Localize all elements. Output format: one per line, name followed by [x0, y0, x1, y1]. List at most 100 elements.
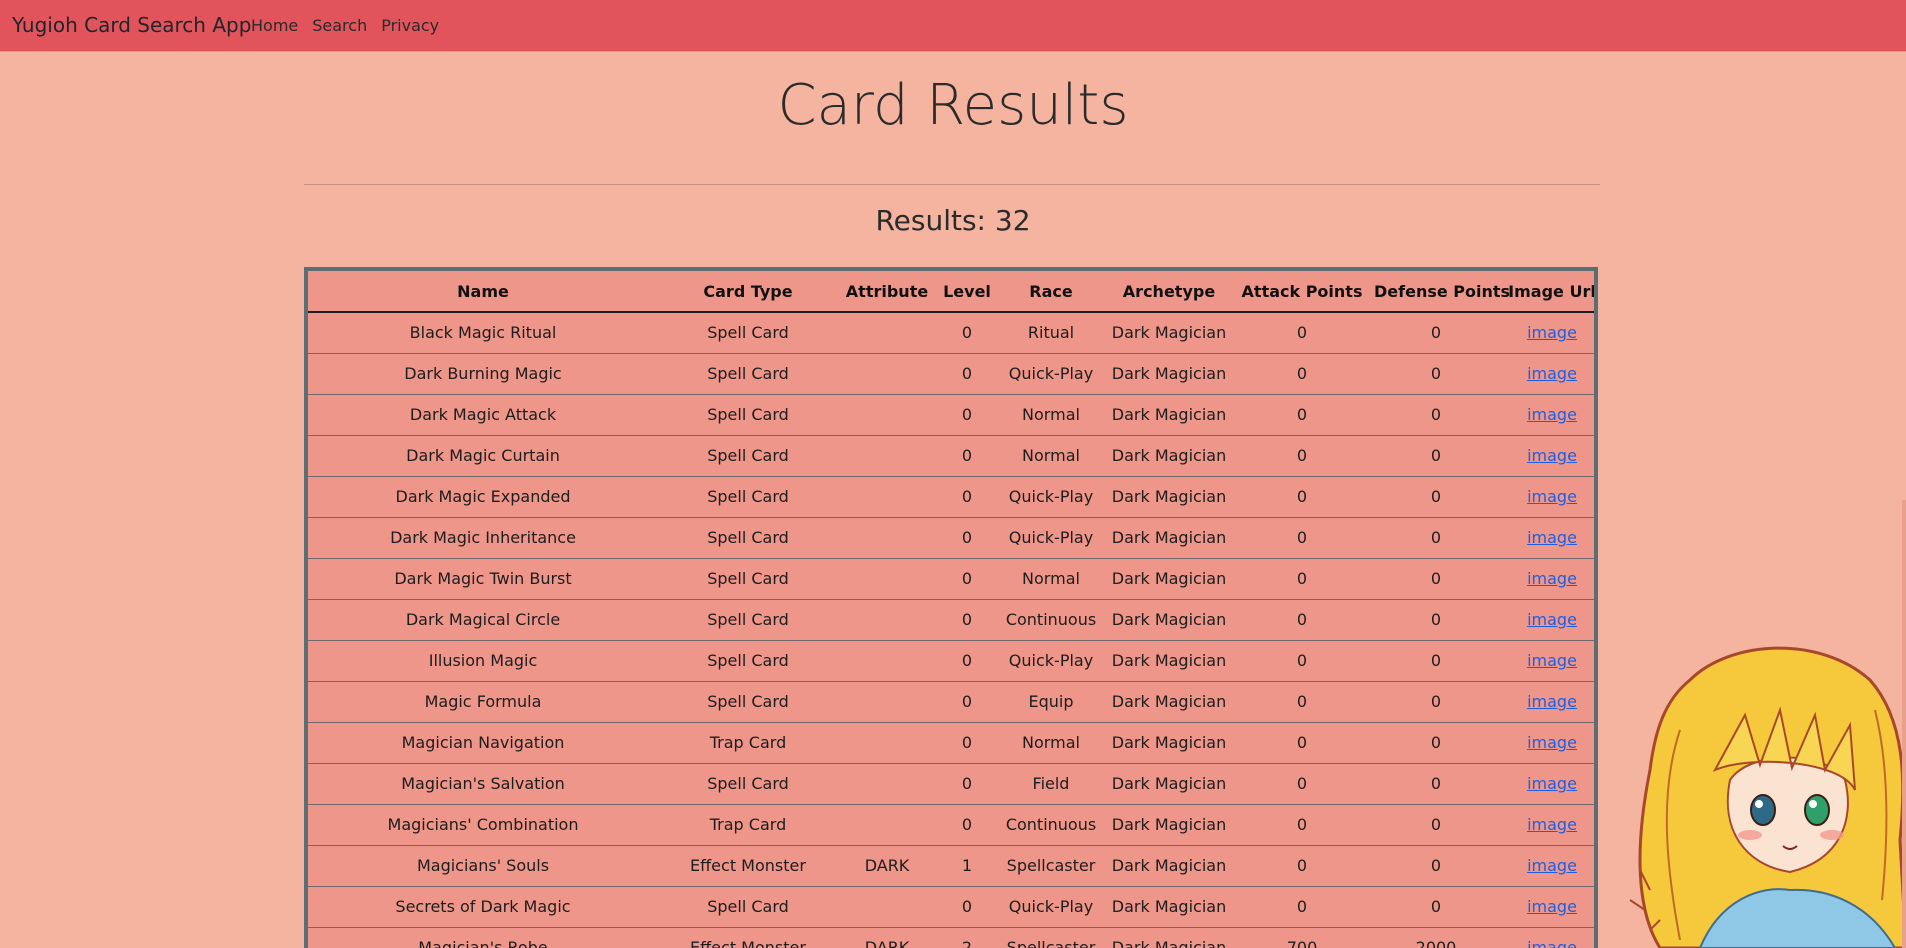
cell-level: 0: [936, 681, 998, 723]
header-name: Name: [308, 271, 658, 313]
cell-attack-points: 0: [1234, 722, 1370, 764]
results-count: Results: 32: [875, 204, 1031, 237]
table-header-row: Name Card Type Attribute Level Race Archetype…: [308, 271, 1594, 313]
image-link[interactable]: image: [1527, 610, 1577, 629]
image-link[interactable]: image: [1527, 897, 1577, 916]
header-archetype: Archetype: [1104, 271, 1234, 313]
table-row: Magician Navigation Trap Card 0 Normal Dark …: [308, 722, 1594, 764]
cell-level: 0: [936, 599, 998, 641]
cell-defense-points: 0: [1370, 353, 1502, 395]
cell-race: Spellcaster: [998, 845, 1104, 887]
cell-image-url: image: [1502, 640, 1594, 682]
cell-image-url: image: [1502, 927, 1594, 948]
cell-card-type: Spell Card: [658, 886, 838, 928]
cell-image-url: image: [1502, 517, 1594, 559]
cell-name: Illusion Magic: [308, 640, 658, 682]
image-link[interactable]: image: [1527, 774, 1577, 793]
cell-attribute: [838, 763, 936, 805]
cell-attribute: [838, 640, 936, 682]
cell-archetype: Dark Magician: [1104, 599, 1234, 641]
image-link[interactable]: image: [1527, 364, 1577, 383]
image-link[interactable]: image: [1527, 405, 1577, 424]
cell-archetype: Dark Magician: [1104, 681, 1234, 723]
cell-defense-points: 0: [1370, 394, 1502, 436]
image-link[interactable]: image: [1527, 733, 1577, 752]
image-link[interactable]: image: [1527, 651, 1577, 670]
cell-card-type: Spell Card: [658, 558, 838, 600]
cell-image-url: image: [1502, 558, 1594, 600]
cell-attribute: [838, 312, 936, 354]
image-link[interactable]: image: [1527, 856, 1577, 875]
table-row: Secrets of Dark Magic Spell Card 0 Quick-Pl…: [308, 886, 1594, 928]
header-defense-points: Defense Points: [1370, 271, 1510, 313]
image-link[interactable]: image: [1527, 938, 1577, 948]
cell-race: Equip: [998, 681, 1104, 723]
cell-attribute: [838, 886, 936, 928]
cell-name: Magician Navigation: [308, 722, 658, 764]
cell-card-type: Spell Card: [658, 476, 838, 518]
cell-race: Normal: [998, 394, 1104, 436]
nav-link-privacy[interactable]: Privacy: [381, 16, 439, 35]
cell-level: 0: [936, 435, 998, 477]
image-link[interactable]: image: [1527, 323, 1577, 342]
cell-level: 0: [936, 517, 998, 559]
nav-link-home[interactable]: Home: [251, 16, 298, 35]
brand-link[interactable]: Yugioh Card Search App: [12, 13, 251, 37]
image-link[interactable]: image: [1527, 569, 1577, 588]
cell-image-url: image: [1502, 353, 1594, 395]
table-row: Dark Magic Expanded Spell Card 0 Quick-Play…: [308, 476, 1594, 518]
image-link[interactable]: image: [1527, 446, 1577, 465]
cell-name: Secrets of Dark Magic: [308, 886, 658, 928]
cell-attribute: [838, 353, 936, 395]
anime-mascot-image: [1629, 646, 1906, 948]
cell-race: Quick-Play: [998, 640, 1104, 682]
cell-defense-points: 0: [1370, 886, 1502, 928]
table-row: Magicians' Souls Effect Monster DARK 1 Spell…: [308, 845, 1594, 887]
cell-image-url: image: [1502, 763, 1594, 805]
cell-archetype: Dark Magician: [1104, 312, 1234, 354]
cell-image-url: image: [1502, 476, 1594, 518]
results-table: Name Card Type Attribute Level Race Archetype…: [308, 271, 1594, 948]
cell-archetype: Dark Magician: [1104, 353, 1234, 395]
table-row: Dark Magic Inheritance Spell Card 0 Quick-P…: [308, 517, 1594, 559]
cell-level: 0: [936, 312, 998, 354]
cell-name: Magician's Robe: [308, 927, 658, 948]
cell-attack-points: 0: [1234, 476, 1370, 518]
cell-level: 0: [936, 886, 998, 928]
cell-defense-points: 0: [1370, 845, 1502, 887]
cell-card-type: Effect Monster: [658, 927, 838, 948]
image-link[interactable]: image: [1527, 692, 1577, 711]
cell-attribute: [838, 558, 936, 600]
results-table-container[interactable]: Name Card Type Attribute Level Race Archetype…: [304, 267, 1598, 948]
cell-name: Dark Magic Attack: [308, 394, 658, 436]
cell-image-url: image: [1502, 804, 1594, 846]
cell-attack-points: 0: [1234, 640, 1370, 682]
cell-card-type: Spell Card: [658, 312, 838, 354]
cell-archetype: Dark Magician: [1104, 558, 1234, 600]
cell-archetype: Dark Magician: [1104, 394, 1234, 436]
table-row: Dark Burning Magic Spell Card 0 Quick-Play D…: [308, 353, 1594, 395]
cell-image-url: image: [1502, 312, 1594, 354]
image-link[interactable]: image: [1527, 815, 1577, 834]
image-link[interactable]: image: [1527, 528, 1577, 547]
cell-level: 2: [936, 927, 998, 948]
cell-attribute: [838, 435, 936, 477]
cell-attribute: [838, 476, 936, 518]
table-row: Magicians' Combination Trap Card 0 Continuo…: [308, 804, 1594, 846]
page-scrollbar[interactable]: [1902, 500, 1906, 948]
nav-link-search[interactable]: Search: [312, 16, 367, 35]
cell-name: Dark Burning Magic: [308, 353, 658, 395]
image-link[interactable]: image: [1527, 487, 1577, 506]
cell-card-type: Effect Monster: [658, 845, 838, 887]
cell-attribute: [838, 599, 936, 641]
cell-defense-points: 0: [1370, 435, 1502, 477]
cell-archetype: Dark Magician: [1104, 845, 1234, 887]
cell-race: Continuous: [998, 599, 1104, 641]
cell-attack-points: 0: [1234, 763, 1370, 805]
table-row: Magician's Robe Effect Monster DARK 2 Spellc…: [308, 927, 1594, 948]
cell-attack-points: 0: [1234, 353, 1370, 395]
table-row: Magician's Salvation Spell Card 0 Field Dark…: [308, 763, 1594, 805]
table-row: Magic Formula Spell Card 0 Equip Dark Magici…: [308, 681, 1594, 723]
cell-level: 0: [936, 476, 998, 518]
cell-attribute: [838, 681, 936, 723]
